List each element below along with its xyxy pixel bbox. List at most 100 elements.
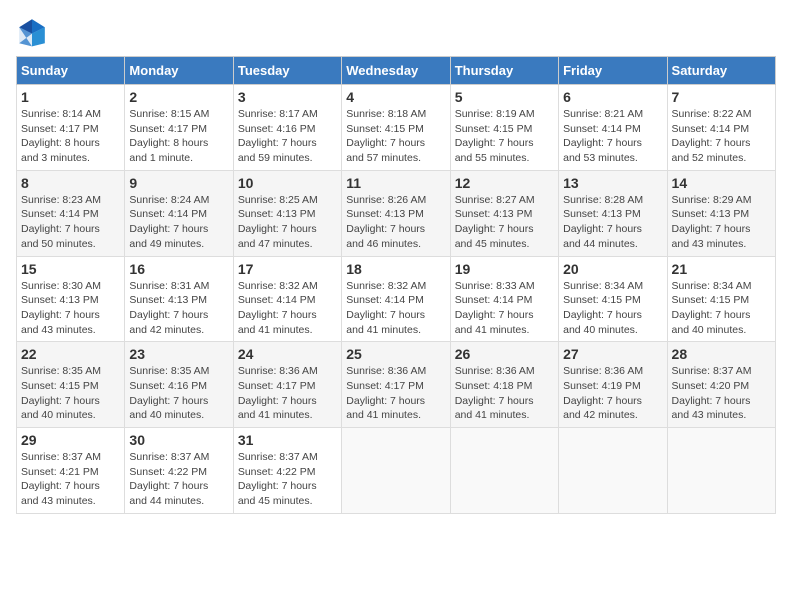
calendar-cell: 17Sunrise: 8:32 AM Sunset: 4:14 PM Dayli… xyxy=(233,256,341,342)
day-info: Sunrise: 8:31 AM Sunset: 4:13 PM Dayligh… xyxy=(129,279,228,338)
calendar-cell: 22 Sunrise: 8:35 AM Sunset: 4:15 PM Dayli… xyxy=(17,342,125,428)
calendar-cell xyxy=(342,428,450,514)
day-number: 27 xyxy=(563,346,662,362)
logo-icon xyxy=(16,16,48,48)
calendar-cell: 11 Sunrise: 8:26 AM Sunset: 4:13 PM Dayli… xyxy=(342,170,450,256)
calendar-cell: 28Sunrise: 8:37 AM Sunset: 4:20 PM Dayli… xyxy=(667,342,775,428)
weekday-header-saturday: Saturday xyxy=(667,57,775,85)
calendar-cell: 10Sunrise: 8:25 AM Sunset: 4:13 PM Dayli… xyxy=(233,170,341,256)
day-info: Sunrise: 8:37 AM Sunset: 4:22 PM Dayligh… xyxy=(238,450,337,509)
calendar-cell: 4 Sunrise: 8:18 AM Sunset: 4:15 PM Daylig… xyxy=(342,85,450,171)
day-number: 29 xyxy=(21,432,120,448)
calendar-cell: 2 Sunrise: 8:15 AM Sunset: 4:17 PM Daylig… xyxy=(125,85,233,171)
day-number: 3 xyxy=(238,89,337,105)
calendar-week-row: 29 Sunrise: 8:37 AM Sunset: 4:21 PM Dayli… xyxy=(17,428,776,514)
day-number: 14 xyxy=(672,175,771,191)
calendar-cell: 19 Sunrise: 8:33 AM Sunset: 4:14 PM Dayli… xyxy=(450,256,558,342)
day-number: 12 xyxy=(455,175,554,191)
day-number: 26 xyxy=(455,346,554,362)
weekday-header-friday: Friday xyxy=(559,57,667,85)
day-number: 17 xyxy=(238,261,337,277)
day-number: 30 xyxy=(129,432,228,448)
calendar-cell: 5 Sunrise: 8:19 AM Sunset: 4:15 PM Daylig… xyxy=(450,85,558,171)
day-number: 8 xyxy=(21,175,120,191)
day-info: Sunrise: 8:22 AM Sunset: 4:14 PM Dayligh… xyxy=(672,107,771,166)
day-number: 15 xyxy=(21,261,120,277)
calendar-cell: 8 Sunrise: 8:23 AM Sunset: 4:14 PM Daylig… xyxy=(17,170,125,256)
day-number: 28 xyxy=(672,346,771,362)
day-number: 1 xyxy=(21,89,120,105)
calendar-cell: 15 Sunrise: 8:30 AM Sunset: 4:13 PM Dayli… xyxy=(17,256,125,342)
day-number: 22 xyxy=(21,346,120,362)
weekday-header-tuesday: Tuesday xyxy=(233,57,341,85)
day-info: Sunrise: 8:32 AM Sunset: 4:14 PM Dayligh… xyxy=(346,279,445,338)
day-info: Sunrise: 8:34 AM Sunset: 4:15 PM Dayligh… xyxy=(563,279,662,338)
day-number: 16 xyxy=(129,261,228,277)
calendar-cell: 16 Sunrise: 8:31 AM Sunset: 4:13 PM Dayli… xyxy=(125,256,233,342)
day-info: Sunrise: 8:30 AM Sunset: 4:13 PM Dayligh… xyxy=(21,279,120,338)
calendar-week-row: 22 Sunrise: 8:35 AM Sunset: 4:15 PM Dayli… xyxy=(17,342,776,428)
calendar-cell: 25Sunrise: 8:36 AM Sunset: 4:17 PM Dayli… xyxy=(342,342,450,428)
calendar-cell xyxy=(667,428,775,514)
calendar-cell: 7 Sunrise: 8:22 AM Sunset: 4:14 PM Daylig… xyxy=(667,85,775,171)
calendar-cell: 21Sunrise: 8:34 AM Sunset: 4:15 PM Dayli… xyxy=(667,256,775,342)
calendar-week-row: 8 Sunrise: 8:23 AM Sunset: 4:14 PM Daylig… xyxy=(17,170,776,256)
calendar-cell: 27 Sunrise: 8:36 AM Sunset: 4:19 PM Dayli… xyxy=(559,342,667,428)
calendar-cell: 3 Sunrise: 8:17 AM Sunset: 4:16 PM Daylig… xyxy=(233,85,341,171)
day-info: Sunrise: 8:26 AM Sunset: 4:13 PM Dayligh… xyxy=(346,193,445,252)
calendar-cell: 20 Sunrise: 8:34 AM Sunset: 4:15 PM Dayli… xyxy=(559,256,667,342)
day-info: Sunrise: 8:35 AM Sunset: 4:16 PM Dayligh… xyxy=(129,364,228,423)
day-info: Sunrise: 8:35 AM Sunset: 4:15 PM Dayligh… xyxy=(21,364,120,423)
logo xyxy=(16,16,52,48)
day-info: Sunrise: 8:29 AM Sunset: 4:13 PM Dayligh… xyxy=(672,193,771,252)
day-number: 24 xyxy=(238,346,337,362)
calendar-cell: 1 Sunrise: 8:14 AM Sunset: 4:17 PM Daylig… xyxy=(17,85,125,171)
day-number: 9 xyxy=(129,175,228,191)
day-number: 18 xyxy=(346,261,445,277)
calendar-cell: 23Sunrise: 8:35 AM Sunset: 4:16 PM Dayli… xyxy=(125,342,233,428)
day-number: 6 xyxy=(563,89,662,105)
day-number: 19 xyxy=(455,261,554,277)
calendar-cell: 18 Sunrise: 8:32 AM Sunset: 4:14 PM Dayli… xyxy=(342,256,450,342)
day-info: Sunrise: 8:18 AM Sunset: 4:15 PM Dayligh… xyxy=(346,107,445,166)
calendar-cell: 6 Sunrise: 8:21 AM Sunset: 4:14 PM Daylig… xyxy=(559,85,667,171)
day-number: 7 xyxy=(672,89,771,105)
day-info: Sunrise: 8:23 AM Sunset: 4:14 PM Dayligh… xyxy=(21,193,120,252)
day-number: 10 xyxy=(238,175,337,191)
calendar-cell: 29 Sunrise: 8:37 AM Sunset: 4:21 PM Dayli… xyxy=(17,428,125,514)
day-number: 5 xyxy=(455,89,554,105)
day-info: Sunrise: 8:24 AM Sunset: 4:14 PM Dayligh… xyxy=(129,193,228,252)
day-info: Sunrise: 8:21 AM Sunset: 4:14 PM Dayligh… xyxy=(563,107,662,166)
day-info: Sunrise: 8:15 AM Sunset: 4:17 PM Dayligh… xyxy=(129,107,228,166)
calendar-cell: 13Sunrise: 8:28 AM Sunset: 4:13 PM Dayli… xyxy=(559,170,667,256)
day-number: 20 xyxy=(563,261,662,277)
day-info: Sunrise: 8:14 AM Sunset: 4:17 PM Dayligh… xyxy=(21,107,120,166)
calendar-table: SundayMondayTuesdayWednesdayThursdayFrid… xyxy=(16,56,776,514)
day-info: Sunrise: 8:33 AM Sunset: 4:14 PM Dayligh… xyxy=(455,279,554,338)
day-number: 4 xyxy=(346,89,445,105)
day-number: 13 xyxy=(563,175,662,191)
day-number: 21 xyxy=(672,261,771,277)
day-info: Sunrise: 8:36 AM Sunset: 4:18 PM Dayligh… xyxy=(455,364,554,423)
weekday-header-monday: Monday xyxy=(125,57,233,85)
calendar-week-row: 1 Sunrise: 8:14 AM Sunset: 4:17 PM Daylig… xyxy=(17,85,776,171)
day-number: 2 xyxy=(129,89,228,105)
weekday-header-sunday: Sunday xyxy=(17,57,125,85)
calendar-cell xyxy=(450,428,558,514)
day-info: Sunrise: 8:36 AM Sunset: 4:17 PM Dayligh… xyxy=(346,364,445,423)
calendar-cell: 14 Sunrise: 8:29 AM Sunset: 4:13 PM Dayli… xyxy=(667,170,775,256)
day-info: Sunrise: 8:37 AM Sunset: 4:22 PM Dayligh… xyxy=(129,450,228,509)
day-info: Sunrise: 8:19 AM Sunset: 4:15 PM Dayligh… xyxy=(455,107,554,166)
day-number: 11 xyxy=(346,175,445,191)
calendar-week-row: 15 Sunrise: 8:30 AM Sunset: 4:13 PM Dayli… xyxy=(17,256,776,342)
weekday-header-wednesday: Wednesday xyxy=(342,57,450,85)
page-header xyxy=(16,16,776,48)
calendar-cell: 9 Sunrise: 8:24 AM Sunset: 4:14 PM Daylig… xyxy=(125,170,233,256)
day-info: Sunrise: 8:36 AM Sunset: 4:19 PM Dayligh… xyxy=(563,364,662,423)
calendar-cell: 12Sunrise: 8:27 AM Sunset: 4:13 PM Dayli… xyxy=(450,170,558,256)
calendar-cell xyxy=(559,428,667,514)
day-info: Sunrise: 8:37 AM Sunset: 4:21 PM Dayligh… xyxy=(21,450,120,509)
day-info: Sunrise: 8:17 AM Sunset: 4:16 PM Dayligh… xyxy=(238,107,337,166)
calendar-cell: 26 Sunrise: 8:36 AM Sunset: 4:18 PM Dayli… xyxy=(450,342,558,428)
day-number: 31 xyxy=(238,432,337,448)
